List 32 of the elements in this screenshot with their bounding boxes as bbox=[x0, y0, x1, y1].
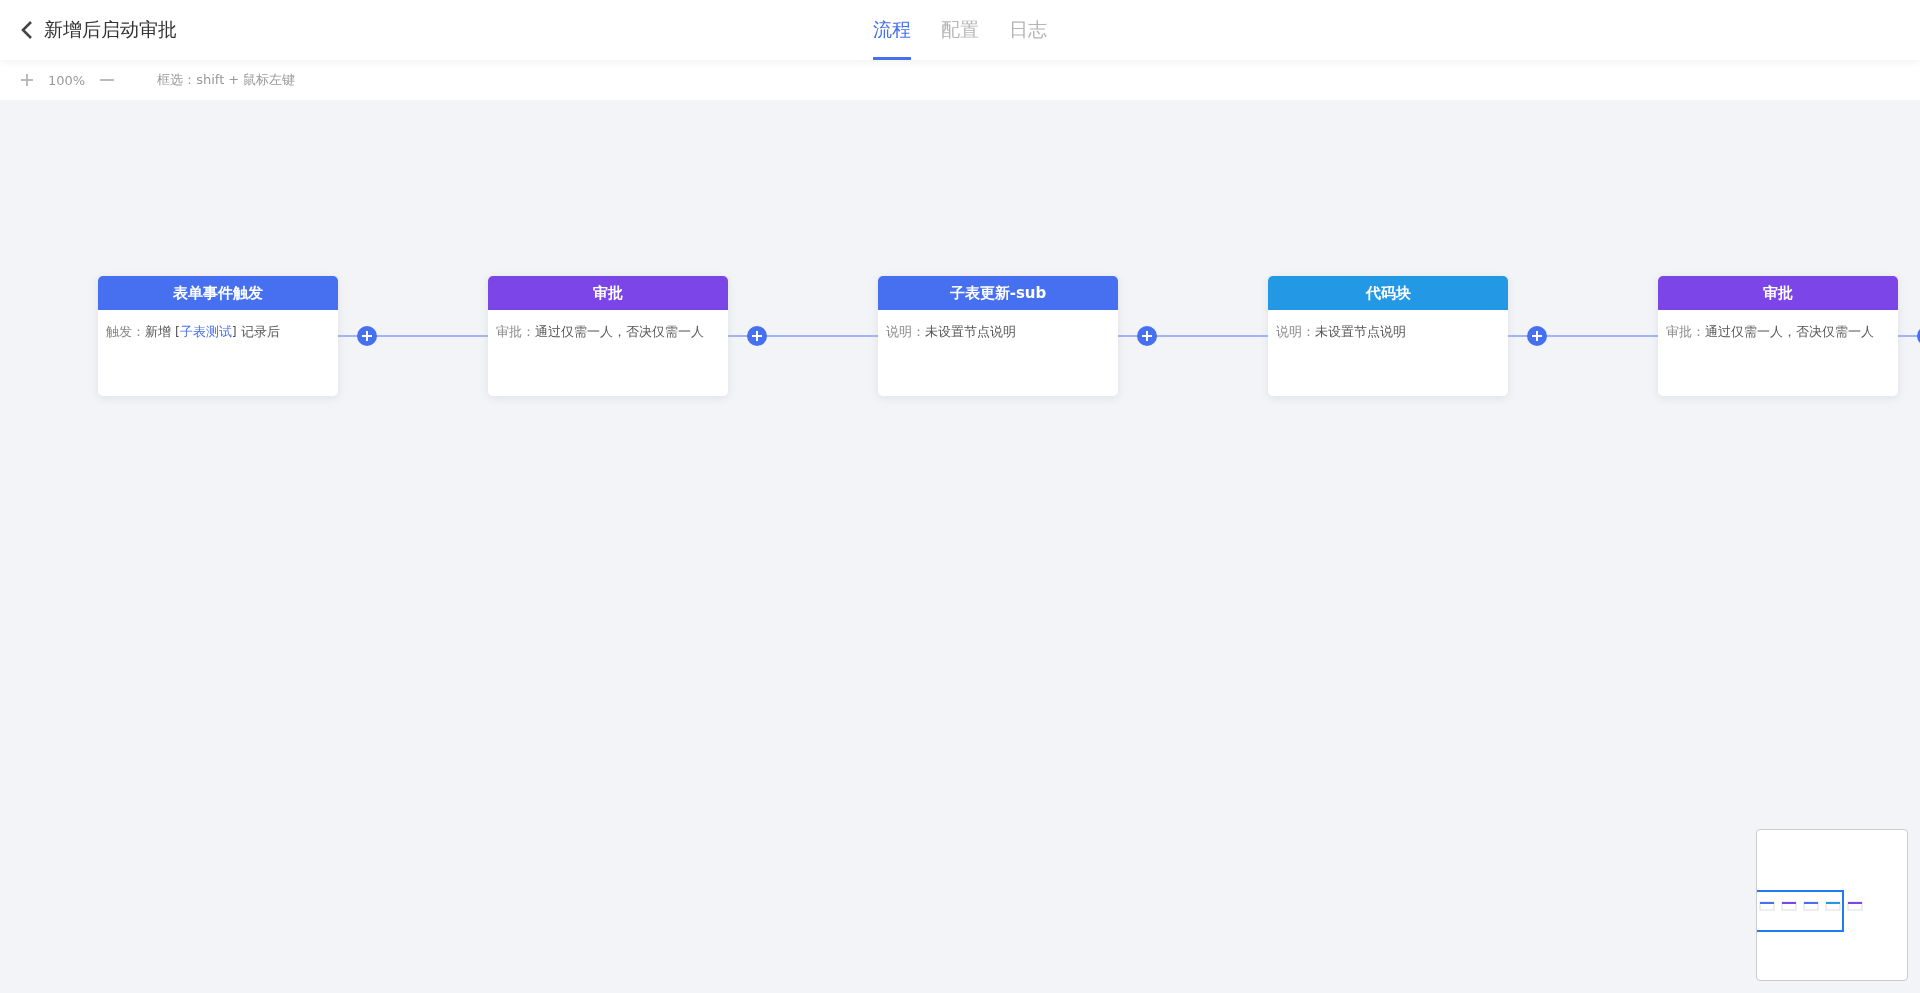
plus-icon bbox=[1531, 330, 1543, 342]
node-description: 说明：未设置节点说明 bbox=[1275, 323, 1407, 341]
plus-icon bbox=[1141, 330, 1153, 342]
chevron-left-icon bbox=[20, 20, 34, 40]
node-header: 代码块 bbox=[1268, 276, 1508, 310]
add-node-button[interactable] bbox=[747, 326, 767, 346]
node-header: 子表更新-sub bbox=[878, 276, 1118, 310]
flow-node[interactable]: 代码块 说明：未设置节点说明 bbox=[1268, 276, 1508, 396]
plus-icon bbox=[751, 330, 763, 342]
plus-icon bbox=[361, 330, 373, 342]
node-description: 审批：通过仅需一人，否决仅需一人 bbox=[495, 323, 705, 341]
minimap[interactable] bbox=[1756, 829, 1908, 981]
zoom-level: 100% bbox=[48, 72, 86, 88]
plus-icon bbox=[20, 73, 34, 87]
flow-node[interactable]: 子表更新-sub 说明：未设置节点说明 bbox=[878, 276, 1118, 396]
node-description: 触发：新增 [子表测试] 记录后 bbox=[105, 323, 281, 341]
back-button[interactable] bbox=[20, 20, 34, 40]
add-node-button[interactable] bbox=[357, 326, 377, 346]
add-node-button[interactable] bbox=[1137, 326, 1157, 346]
flow-node[interactable]: 表单事件触发 触发：新增 [子表测试] 记录后 bbox=[98, 276, 338, 396]
node-description: 审批：通过仅需一人，否决仅需一人 bbox=[1665, 323, 1875, 341]
page-title: 新增后启动审批 bbox=[44, 17, 177, 42]
viewport-frame[interactable] bbox=[1757, 890, 1844, 932]
table-link[interactable]: 子表测试 bbox=[179, 324, 232, 339]
node-header: 审批 bbox=[488, 276, 728, 310]
node-header: 审批 bbox=[1658, 276, 1898, 310]
node-description: 说明：未设置节点说明 bbox=[885, 323, 1017, 341]
selection-hint: 框选：shift + 鼠标左键 bbox=[157, 71, 296, 89]
add-node-button[interactable] bbox=[1527, 326, 1547, 346]
node-header: 表单事件触发 bbox=[98, 276, 338, 310]
flow-node[interactable]: 审批 审批：通过仅需一人，否决仅需一人 bbox=[1658, 276, 1898, 396]
flow-node[interactable]: 审批 审批：通过仅需一人，否决仅需一人 bbox=[488, 276, 728, 396]
